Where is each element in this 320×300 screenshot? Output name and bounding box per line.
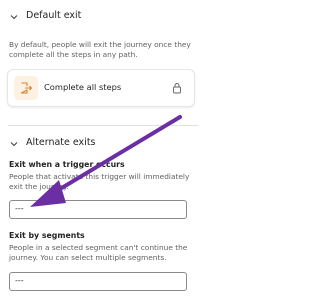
step-card-label: Complete all steps (44, 82, 122, 92)
trigger-field-description: People that activate this trigger will i… (9, 172, 190, 191)
trigger-input[interactable]: --- (9, 200, 187, 219)
default-exit-header[interactable]: Default exit (8, 9, 198, 25)
exit-icon-tile (14, 76, 38, 100)
default-exit-title: Default exit (26, 10, 82, 21)
alternate-exits-header[interactable]: Alternate exits (8, 136, 198, 152)
chevron-down-icon (10, 142, 18, 147)
chevron-down-icon (10, 15, 18, 20)
trigger-field-label: Exit when a trigger occurs (9, 160, 125, 169)
lock-icon (173, 83, 181, 94)
alternate-exits-title: Alternate exits (26, 137, 96, 148)
segments-field-label: Exit by segments (9, 231, 85, 240)
section-divider (8, 125, 198, 126)
default-exit-description: By default, people will exit the journey… (9, 40, 191, 59)
trigger-input-value: --- (15, 204, 24, 213)
segments-input[interactable]: --- (9, 272, 187, 291)
complete-all-steps-card[interactable]: Complete all steps (7, 69, 195, 107)
segments-input-value: --- (15, 276, 24, 285)
segments-field-description: People in a selected segment can't conti… (9, 243, 188, 262)
exit-door-icon (20, 82, 33, 94)
